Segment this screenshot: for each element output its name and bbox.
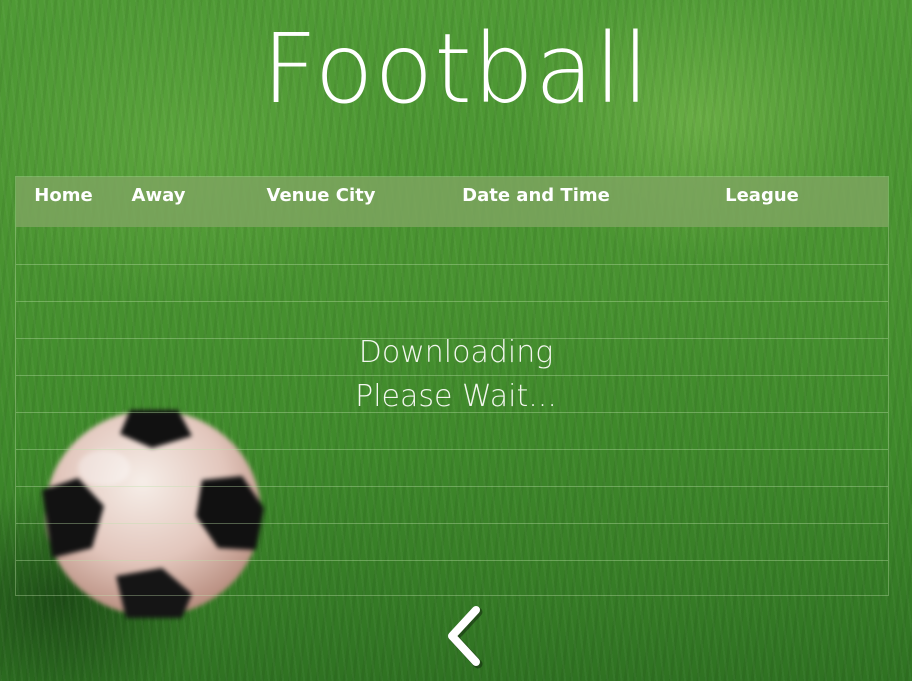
row-divider (16, 264, 888, 265)
row-divider (16, 486, 888, 487)
column-header-date-time: Date and Time (462, 185, 610, 206)
table-header: Home Away Venue City Date and Time Leagu… (16, 177, 888, 227)
loading-text: Downloading (358, 335, 554, 370)
row-divider (16, 449, 888, 450)
loading-subtext: Please Wait... (355, 379, 557, 414)
chevron-left-icon (448, 606, 483, 669)
row-divider (16, 523, 888, 524)
row-divider (16, 560, 888, 561)
row-divider (16, 301, 888, 302)
column-header-league: League (725, 185, 799, 206)
back-button[interactable] (440, 602, 490, 672)
column-header-away: Away (131, 185, 186, 206)
column-header-venue-city: Venue City (266, 185, 376, 206)
column-header-home: Home (34, 185, 93, 206)
page-title: Football (261, 13, 650, 125)
